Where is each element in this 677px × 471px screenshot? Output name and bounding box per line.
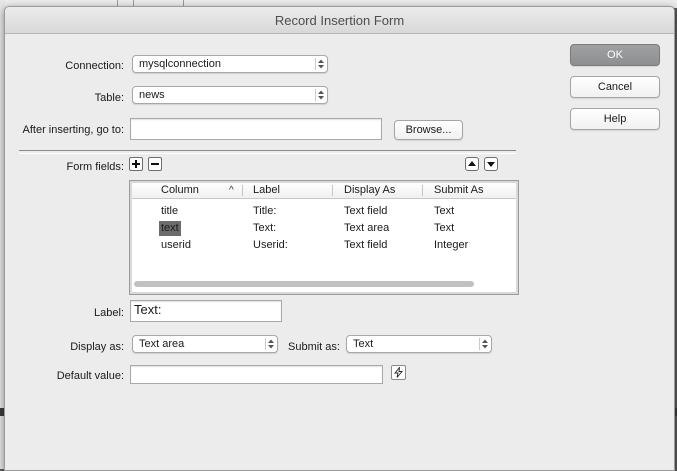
table-cell-display-as[interactable]: Text area (344, 221, 389, 236)
after-inserting-label: After inserting, go to: (22, 124, 125, 136)
table-cell-submit-as[interactable]: Text (434, 221, 454, 236)
stepper-icon (315, 58, 325, 70)
connection-label: Connection: (65, 60, 124, 72)
table-cell-display-as[interactable]: Text field (344, 238, 387, 253)
arrow-up-icon (468, 161, 476, 166)
header-separator (242, 185, 243, 196)
connection-value: mysqlconnection (139, 58, 221, 70)
table-cell-label[interactable]: Text: (253, 221, 276, 236)
stepper-icon (265, 338, 275, 350)
submit-as-label: Submit as: (288, 341, 340, 353)
add-field-button[interactable] (129, 157, 143, 171)
ok-button[interactable]: OK (570, 44, 660, 66)
table-cell-submit-as[interactable]: Integer (434, 238, 468, 253)
section-divider (19, 150, 516, 154)
dialog-title: Record Insertion Form (5, 7, 674, 34)
form-fields-label: Form fields: (66, 161, 124, 173)
plus-icon (132, 160, 140, 168)
submit-as-value: Text (353, 338, 374, 350)
table-header: Column ^ Label Display As Submit As (132, 183, 516, 199)
table-cell-column-selected[interactable]: text (159, 221, 181, 236)
display-as-value: Text area (139, 338, 185, 350)
table-select[interactable]: news (132, 86, 328, 104)
table-cell-submit-as[interactable]: Text (434, 204, 454, 219)
after-inserting-input[interactable] (130, 118, 382, 140)
table-cell-label[interactable]: Userid: (253, 238, 288, 253)
field-label-label: Label: (94, 307, 124, 319)
header-separator (422, 185, 423, 196)
sort-ascending-icon: ^ (229, 185, 234, 196)
stepper-icon (315, 89, 325, 101)
dynamic-data-button[interactable] (391, 365, 406, 380)
form-fields-table: Column ^ Label Display As Submit As titl… (129, 180, 519, 295)
column-header-display-as[interactable]: Display As (344, 183, 395, 198)
stepper-icon (479, 338, 489, 350)
table-cell-column[interactable]: title (161, 204, 178, 219)
remove-field-button[interactable] (148, 157, 162, 171)
horizontal-scrollbar[interactable] (134, 281, 474, 287)
table-value: news (139, 89, 165, 101)
browse-button[interactable]: Browse... (394, 120, 463, 140)
move-down-button[interactable] (484, 157, 498, 171)
field-label-input[interactable]: Text: (130, 300, 282, 322)
record-insertion-dialog: Record Insertion Form OK Cancel Help Con… (4, 6, 675, 471)
display-as-label: Display as: (70, 341, 124, 353)
column-header-label[interactable]: Label (253, 183, 280, 198)
default-value-label: Default value: (56, 370, 124, 382)
header-separator (332, 185, 333, 196)
lightning-bolt-icon (394, 367, 403, 378)
table-cell-label[interactable]: Title: (253, 204, 276, 219)
minus-icon (151, 163, 159, 165)
column-header-column[interactable]: Column (161, 183, 199, 198)
arrow-down-icon (487, 162, 495, 167)
default-value-input[interactable] (130, 365, 383, 384)
table-cell-column[interactable]: userid (161, 238, 191, 253)
column-header-submit-as[interactable]: Submit As (434, 183, 484, 198)
connection-select[interactable]: mysqlconnection (132, 55, 328, 73)
cancel-button[interactable]: Cancel (570, 76, 660, 98)
display-as-select[interactable]: Text area (132, 335, 278, 353)
table-label: Table: (94, 92, 124, 104)
table-cell-display-as[interactable]: Text field (344, 204, 387, 219)
submit-as-select[interactable]: Text (346, 335, 492, 353)
help-button[interactable]: Help (570, 108, 660, 130)
move-up-button[interactable] (465, 157, 479, 171)
